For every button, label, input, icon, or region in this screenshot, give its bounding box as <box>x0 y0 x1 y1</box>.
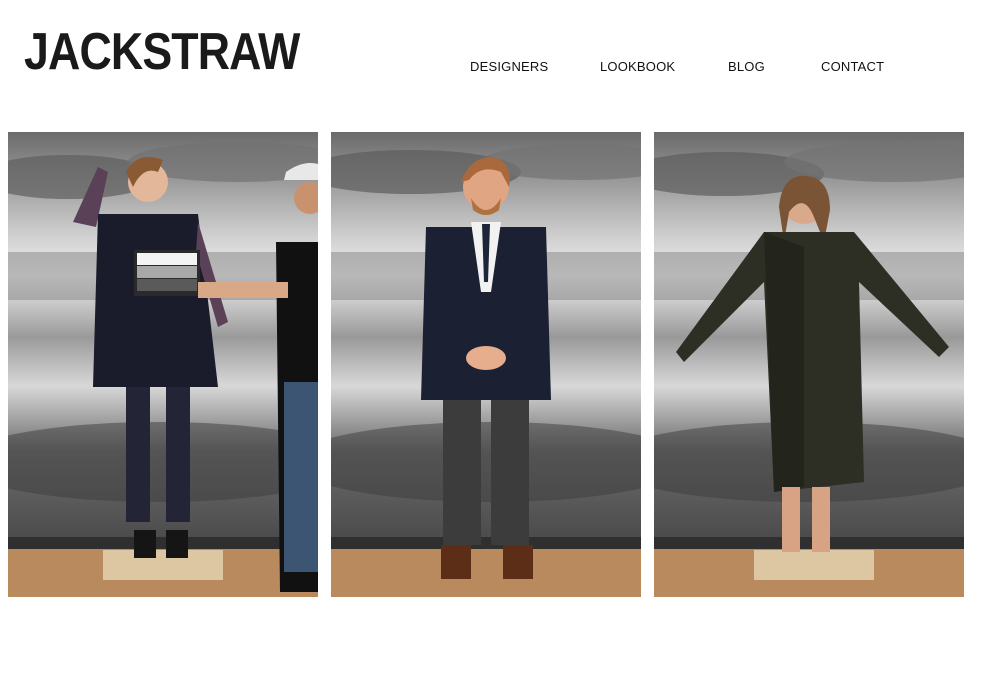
nav-link-contact[interactable]: CONTACT <box>821 59 884 75</box>
nav-link-designers[interactable]: DESIGNERS <box>470 59 548 75</box>
photo-woman-pleated-coat <box>654 132 964 597</box>
lookbook-photo-3[interactable] <box>654 132 964 597</box>
photo-woman-color-card <box>8 132 318 597</box>
lookbook-photo-1[interactable] <box>8 132 318 597</box>
lookbook-photo-2[interactable] <box>331 132 641 597</box>
site-logo[interactable]: JACKSTRAW <box>24 26 300 78</box>
nav-link-lookbook[interactable]: LOOKBOOK <box>600 59 675 75</box>
nav-link-blog[interactable]: BLOG <box>728 59 765 75</box>
photo-man-navy-jacket <box>331 132 641 597</box>
